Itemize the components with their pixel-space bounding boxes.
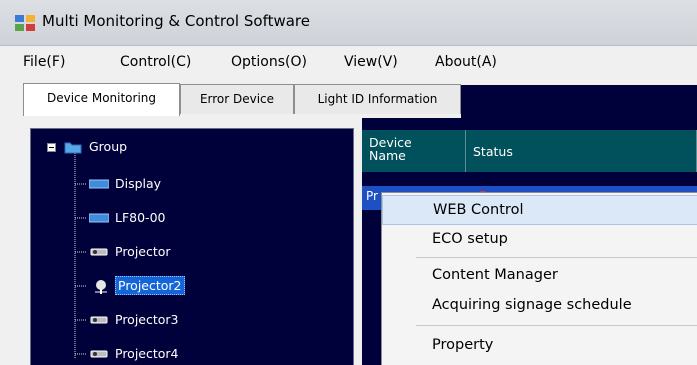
menu-item-label: Acquiring signage schedule <box>432 297 632 313</box>
device-tree-panel: Group Display LF80-00 Projector Projecto… <box>0 118 362 365</box>
menu-about[interactable]: About(A) <box>435 54 497 70</box>
app-icon <box>15 15 35 31</box>
projector-icon <box>90 316 108 324</box>
tree-label-lf80-00: LF80-00 <box>115 210 166 225</box>
menu-separator <box>416 257 697 258</box>
menu-item-acquiring-signage-schedule[interactable]: Acquiring signage schedule <box>382 291 697 321</box>
window-title: Multi Monitoring & Control Software <box>42 12 310 30</box>
title-bar: Multi Monitoring & Control Software <box>0 0 697 46</box>
folder-icon <box>64 142 82 154</box>
display-icon <box>89 179 109 189</box>
collapse-icon[interactable] <box>47 143 56 152</box>
menu-item-web-control[interactable]: WEB Control <box>382 195 697 225</box>
menu-bar: File(F) Control(C) Options(O) View(V) Ab… <box>0 46 697 80</box>
display-icon <box>89 213 109 223</box>
menu-item-label: Property <box>432 337 494 353</box>
menu-item-label: ECO setup <box>432 231 508 247</box>
menu-item-content-manager[interactable]: Content Manager <box>382 261 697 291</box>
tree-label-projector: Projector <box>115 244 171 259</box>
tab-strip-fill <box>461 85 697 118</box>
menu-item-eco-setup[interactable]: ECO setup <box>382 225 697 255</box>
menu-item-label: WEB Control <box>433 202 524 218</box>
tab-device-monitoring[interactable]: Device Monitoring <box>23 83 180 116</box>
column-header-status[interactable]: Status <box>466 130 697 172</box>
tree-label-projector3: Projector3 <box>115 312 179 327</box>
tree-label-projector2: Projector2 <box>115 276 185 295</box>
tree-label-projector4: Projector4 <box>115 346 179 361</box>
column-header-device-name[interactable]: Device Name <box>362 130 466 172</box>
tree-node-group[interactable]: Group <box>31 135 351 159</box>
menu-options[interactable]: Options(O) <box>231 54 307 70</box>
tree-label-group: Group <box>89 139 128 154</box>
tree-node-projector4[interactable]: Projector4 <box>31 342 351 365</box>
tree-node-projector[interactable]: Projector <box>31 240 351 264</box>
menu-item-property[interactable]: Property <box>382 331 697 361</box>
projector-icon <box>90 350 108 358</box>
tree-node-projector2[interactable]: Projector2 <box>31 274 351 298</box>
projector-icon <box>90 248 108 256</box>
tree-label-display: Display <box>115 176 162 191</box>
projector-active-icon <box>95 280 107 294</box>
tab-strip: Device Monitoring Error Device Light ID … <box>0 80 697 118</box>
app-window: Multi Monitoring & Control Software File… <box>0 0 697 365</box>
tree-node-lf80-00[interactable]: LF80-00 <box>31 206 351 230</box>
menu-file[interactable]: File(F) <box>23 54 65 70</box>
tab-light-id-information[interactable]: Light ID Information <box>294 84 461 114</box>
menu-separator <box>416 325 697 326</box>
tab-error-device[interactable]: Error Device <box>180 84 294 114</box>
menu-view[interactable]: View(V) <box>344 54 398 70</box>
context-menu: WEB Control ECO setup Content Manager Ac… <box>381 192 697 365</box>
menu-item-label: Content Manager <box>432 267 558 283</box>
menu-control[interactable]: Control(C) <box>120 54 191 70</box>
tree-node-display[interactable]: Display <box>31 172 351 196</box>
device-tree: Group Display LF80-00 Projector Projecto… <box>30 128 354 365</box>
tree-node-projector3[interactable]: Projector3 <box>31 308 351 332</box>
